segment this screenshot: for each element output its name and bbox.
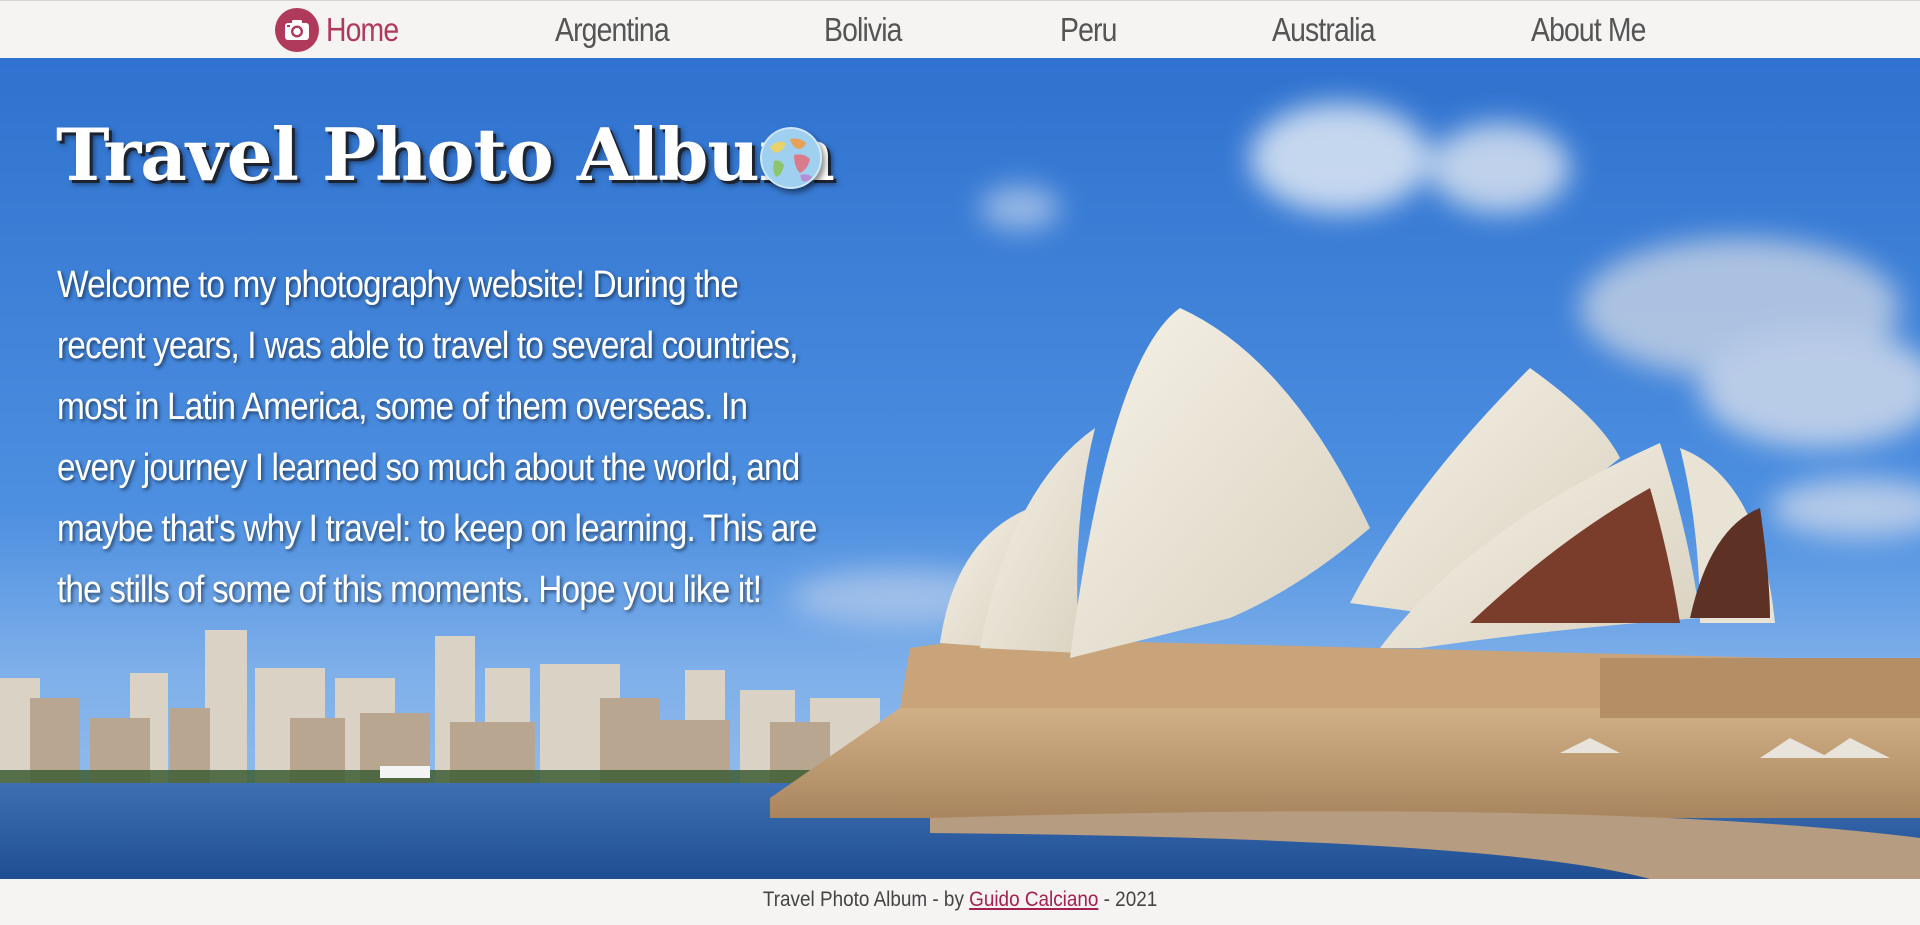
camera-icon[interactable]: [275, 8, 319, 52]
nav-item-about-me[interactable]: About Me: [1531, 7, 1646, 53]
hero-banner: Travel Photo Album Welcome to my photogr…: [0, 58, 1920, 879]
nav-item-home[interactable]: Home: [326, 7, 399, 53]
page-title: Travel Photo Album: [56, 112, 835, 197]
nav-item-peru[interactable]: Peru: [1060, 7, 1117, 53]
top-navigation: Home Argentina Bolivia Peru Australia Ab…: [0, 0, 1920, 58]
author-link[interactable]: Guido Calciano: [969, 888, 1098, 911]
footer-year: - 2021: [1098, 888, 1158, 911]
footer-prefix: Travel Photo Album - by: [762, 888, 970, 911]
nav-item-argentina[interactable]: Argentina: [555, 7, 670, 53]
nav-item-bolivia[interactable]: Bolivia: [824, 7, 902, 53]
globe-icon: [760, 127, 822, 189]
intro-paragraph: Welcome to my photography website! Durin…: [57, 264, 817, 611]
nav-item-australia[interactable]: Australia: [1272, 7, 1376, 53]
footer: Travel Photo Album - by Guido Calciano -…: [0, 879, 1920, 925]
